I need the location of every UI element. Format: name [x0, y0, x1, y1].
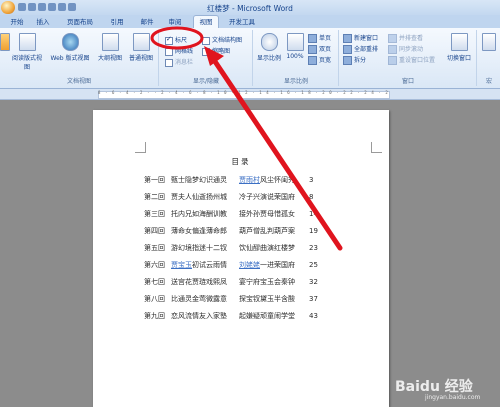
highlight-ellipse: [150, 26, 204, 50]
annotation-arrow-line: [211, 57, 343, 251]
annotation-arrow-head: [204, 46, 224, 66]
annotation-overlay: [150, 26, 343, 251]
watermark-url: jingyan.baidu.com: [425, 394, 481, 401]
watermark-logo: Baidu 经验: [395, 379, 473, 395]
